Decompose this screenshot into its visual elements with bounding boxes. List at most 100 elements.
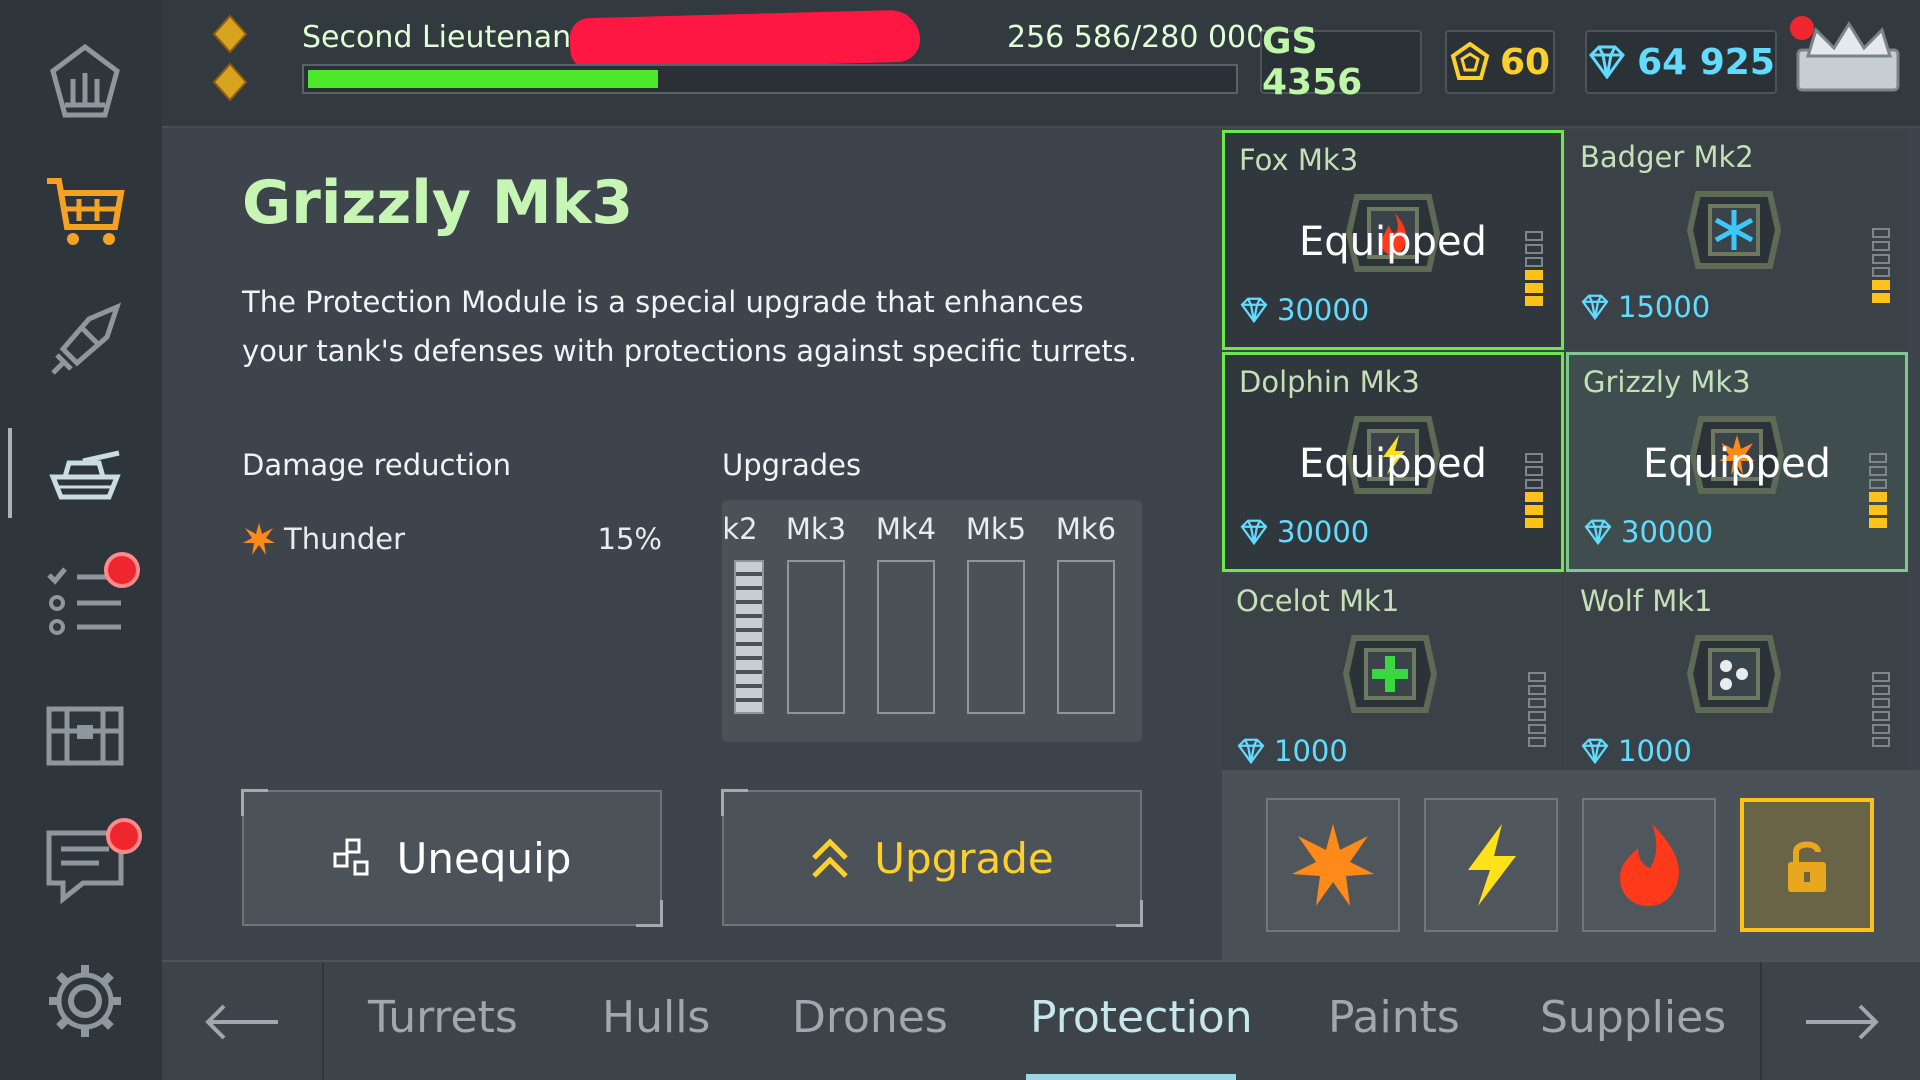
level-pip — [1528, 685, 1546, 695]
upgrade-column-label: Mk5 — [965, 512, 1027, 546]
level-pip — [1528, 672, 1546, 682]
level-pip — [1525, 231, 1543, 241]
level-pip — [1869, 479, 1887, 489]
tab-turrets[interactable]: Turrets — [368, 992, 518, 1043]
premium-crown-icon[interactable] — [1788, 16, 1910, 96]
module-level-indicator — [1525, 453, 1545, 531]
tank-icon[interactable] — [40, 428, 130, 518]
equipped-status: Equipped — [1299, 441, 1487, 487]
level-pip — [1872, 724, 1890, 734]
level-pip — [1872, 228, 1890, 238]
unequip-label: Unequip — [396, 833, 572, 883]
tab-paints[interactable]: Paints — [1328, 992, 1460, 1043]
unequip-button[interactable]: Unequip — [241, 789, 663, 927]
upgrades-grid[interactable]: k2 Mk3 Mk4 Mk5 Mk6 — [722, 500, 1142, 742]
diamond-icon — [1584, 519, 1612, 545]
tab-next-button[interactable] — [1762, 962, 1920, 1080]
level-pip — [1872, 241, 1890, 251]
level-pip — [1872, 698, 1890, 708]
missions-notification-dot — [104, 552, 140, 588]
module-card[interactable]: Wolf Mk1 1000 — [1566, 574, 1908, 770]
diamond-icon — [1240, 297, 1268, 323]
diamonds-counter[interactable]: 64 925 — [1585, 30, 1777, 94]
category-tabs: Turrets Hulls Drones Protection Paints S… — [162, 960, 1920, 1080]
module-dots-icon — [1686, 635, 1782, 713]
module-price-value: 30000 — [1277, 293, 1370, 327]
module-level-indicator — [1872, 672, 1892, 750]
chest-icon[interactable] — [40, 690, 130, 780]
upgrade-button[interactable]: Upgrade — [721, 789, 1143, 927]
diamond-icon — [1581, 738, 1609, 764]
gear-score-badge[interactable]: GS 4356 — [1260, 21, 1422, 103]
level-pip — [1525, 283, 1543, 293]
module-card[interactable]: Dolphin Mk3 Equipped 30000 — [1222, 352, 1564, 572]
weapon-icon[interactable] — [40, 296, 130, 386]
lightning-filter-button[interactable] — [1424, 798, 1558, 932]
sidebar — [0, 0, 162, 1080]
thunder-filter-button[interactable] — [1266, 798, 1400, 932]
fire-filter-icon — [1620, 824, 1679, 906]
xp-progress-text: 256 586/280 000 — [1007, 20, 1266, 55]
news-notification-dot — [106, 818, 142, 854]
crystals-counter[interactable]: 60 — [1445, 30, 1555, 94]
module-card[interactable]: Ocelot Mk1 1000 — [1222, 574, 1564, 770]
upgrade-column-label: Mk3 — [785, 512, 847, 546]
rank-name: Second Lieutenant — [302, 20, 583, 55]
diamond-icon — [1589, 45, 1626, 79]
module-price-value: 30000 — [1621, 515, 1714, 549]
module-price-value: 15000 — [1618, 290, 1711, 324]
diamond-icon — [1581, 294, 1609, 320]
level-pip — [1525, 518, 1543, 528]
lock-filter-button[interactable] — [1740, 798, 1874, 932]
level-pip — [1525, 466, 1543, 476]
upgrade-column: Mk4 — [874, 500, 938, 742]
upgrade-arrows-icon — [812, 838, 848, 878]
level-pip — [1528, 737, 1546, 747]
module-card[interactable]: Badger Mk2 15000 — [1566, 130, 1908, 350]
shop-cart-icon[interactable] — [40, 166, 130, 256]
upgrade-column: Mk5 — [964, 500, 1028, 742]
tab-protection[interactable]: Protection — [1030, 992, 1253, 1043]
lock-filter-icon — [1788, 841, 1826, 892]
tab-drones[interactable]: Drones — [792, 992, 948, 1043]
upgrade-slot-empty — [877, 560, 935, 714]
upgrade-column: k2 — [722, 500, 772, 742]
upgrade-slot-empty — [1057, 560, 1115, 714]
level-pip — [1525, 479, 1543, 489]
level-pip — [1525, 244, 1543, 254]
lightning-filter-icon — [1468, 824, 1516, 906]
damage-reduction-heading: Damage reduction — [242, 448, 512, 482]
tab-hulls[interactable]: Hulls — [602, 992, 710, 1043]
module-freeze-icon — [1686, 191, 1782, 269]
upgrade-label: Upgrade — [874, 833, 1054, 883]
module-level-indicator — [1872, 228, 1892, 306]
equipped-status: Equipped — [1299, 219, 1487, 265]
arrow-left-icon — [205, 1004, 278, 1040]
tab-supplies[interactable]: Supplies — [1540, 992, 1726, 1043]
diamond-icon — [1237, 738, 1265, 764]
upgrade-slot-filled — [734, 560, 764, 714]
module-name: Badger Mk2 — [1580, 140, 1754, 174]
level-pip — [1525, 296, 1543, 306]
module-level-indicator — [1528, 672, 1548, 750]
top-bar: Second Lieutenant 256 586/280 000 GS 435… — [162, 0, 1920, 128]
module-card[interactable]: Grizzly Mk3 Equipped 30000 — [1566, 352, 1908, 572]
thunder-filter-icon — [1292, 824, 1374, 906]
tab-prev-button[interactable] — [162, 962, 322, 1080]
module-card[interactable]: Fox Mk3 Equipped 30000 — [1222, 130, 1564, 350]
diamonds-value: 64 925 — [1637, 41, 1775, 83]
settings-icon[interactable] — [40, 956, 130, 1046]
level-pip — [1869, 505, 1887, 515]
level-pip — [1869, 453, 1887, 463]
rank-icon — [212, 14, 248, 102]
home-icon[interactable] — [40, 36, 130, 126]
resistance-row: Thunder 15% — [242, 522, 662, 562]
tab-divider — [322, 962, 324, 1080]
fire-filter-button[interactable] — [1582, 798, 1716, 932]
gear-score-value: GS 4356 — [1262, 21, 1363, 103]
level-pip — [1525, 270, 1543, 280]
level-pip — [1872, 711, 1890, 721]
module-price-value: 1000 — [1274, 734, 1348, 768]
arrow-right-icon — [1806, 1004, 1879, 1040]
module-level-indicator — [1869, 453, 1889, 531]
